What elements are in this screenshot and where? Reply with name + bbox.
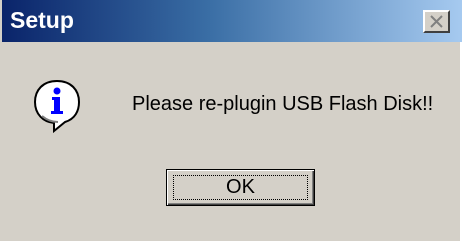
close-button[interactable] (423, 10, 450, 33)
title-bar[interactable]: Setup (2, 0, 462, 42)
close-icon (430, 15, 443, 28)
ok-button-label: OK (226, 176, 255, 198)
ok-button[interactable]: OK (166, 169, 315, 206)
setup-dialog: Setup Please re-plugin USB Flash Disk!! … (0, 0, 462, 241)
window-title: Setup (10, 7, 74, 33)
information-icon (33, 79, 81, 133)
dialog-message: Please re-plugin USB Flash Disk!! (132, 93, 434, 115)
